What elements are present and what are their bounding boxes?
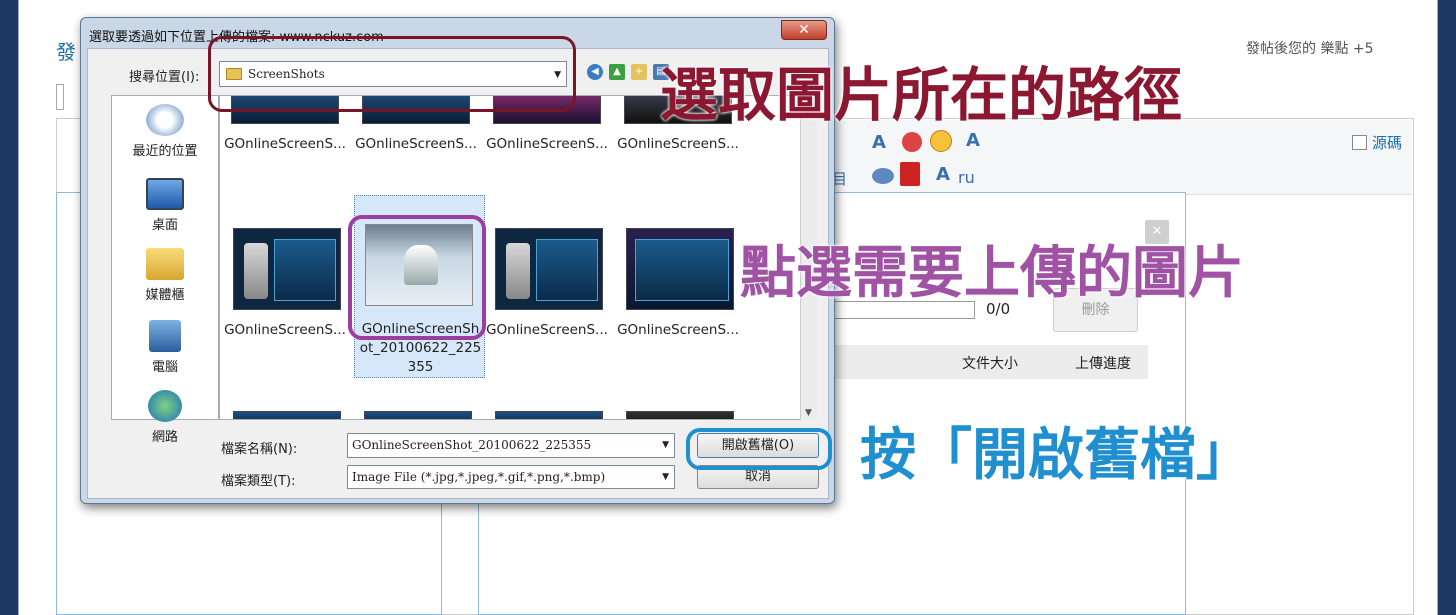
place-label: 電腦 [151,360,178,375]
subject-input[interactable] [56,84,64,110]
file-name[interactable]: GOnlineScreenS... [613,136,743,152]
source-label: 源碼 [1372,134,1403,152]
place-computer[interactable]: 電腦 [112,320,218,375]
look-in-label: 搜尋位置(I): [129,70,200,85]
file-type-value: Image File (*.jpg,*.jpeg,*.gif,*.png,*.b… [352,470,606,484]
file-name[interactable]: GOnlineScreenS... [482,322,612,338]
post-title: 發 [56,40,76,64]
desktop-icon [146,178,184,210]
file-thumbnail[interactable] [495,411,603,419]
font-icon[interactable]: A [872,132,886,153]
file-name[interactable]: GOnlineScreenS... [220,136,350,152]
file-name[interactable]: GOnlineScreenS... [220,322,350,338]
highlight-ring-file [348,215,486,340]
highlight-ring-path [208,36,576,112]
chevron-down-icon[interactable]: ▼ [662,440,669,450]
computer-icon [149,320,181,352]
file-thumbnail[interactable] [626,411,734,419]
place-label: 網路 [151,430,178,445]
place-label: 媒體櫃 [145,288,185,303]
places-bar: 最近的位置 桌面 媒體櫃 電腦 網路 [111,95,219,445]
file-list: GOnlineScreenS... GOnlineScreenS... GOnl… [219,95,802,420]
annotation-step1: 選取圖片所在的路徑 [660,61,1183,129]
file-type-label: 檔案類型(T): [221,474,296,489]
new-folder-icon[interactable]: + [631,64,647,80]
file-name[interactable]: GOnlineScreenS... [351,136,481,152]
chevron-down-icon[interactable]: ▼ [662,472,669,482]
ruby-icon[interactable]: ru [958,168,975,187]
back-icon[interactable]: ◀ [587,64,603,80]
file-thumbnail[interactable] [233,411,341,419]
file-type-select[interactable]: Image File (*.jpg,*.jpeg,*.gif,*.png,*.b… [347,465,675,489]
source-toggle[interactable]: 源碼 [1352,132,1402,153]
file-thumbnail[interactable] [495,228,603,310]
file-name[interactable]: GOnlineScreenS... [613,322,743,338]
place-label: 桌面 [151,218,178,233]
highlight-ring-open [686,428,832,470]
smiley-icon[interactable] [930,130,952,152]
file-name[interactable]: GOnlineScreenS... [482,136,612,152]
source-checkbox[interactable] [1352,135,1367,150]
file-name-line: ot_20100622_225 [359,340,482,356]
dialog-close-button[interactable]: ✕ [781,20,827,40]
rm-icon[interactable] [872,168,894,184]
column-upload-progress: 上傳進度 [1075,356,1131,372]
annotation-step3: 按「開啟舊檔」 [860,423,1252,488]
place-network[interactable]: 網路 [112,390,218,445]
file-name-value: GOnlineScreenShot_20100622_225355 [352,438,592,452]
libraries-icon [146,248,184,280]
place-label: 最近的位置 [132,144,198,159]
file-name-line: 355 [407,359,434,375]
place-desktop[interactable]: 桌面 [112,178,218,233]
file-thumbnail[interactable] [364,411,472,419]
recent-places-icon [146,104,184,136]
nav-buttons: ◀ ▲ + ▤ [587,64,669,80]
up-folder-icon[interactable]: ▲ [609,64,625,80]
file-name-input[interactable]: GOnlineScreenShot_20100622_225355 ▼ [347,433,675,458]
font-size-icon[interactable]: A [966,130,980,151]
place-libraries[interactable]: 媒體櫃 [112,248,218,303]
file-thumbnail[interactable] [233,228,341,310]
place-recent[interactable]: 最近的位置 [112,104,218,159]
network-icon [148,390,182,422]
file-thumbnail[interactable] [626,228,734,310]
bonus-text: 發帖後您的 樂點 +5 [1246,41,1374,57]
annotation-step2: 點選需要上傳的圖片 [740,241,1244,306]
media-icon[interactable] [902,132,922,152]
file-name-label: 檔案名稱(N): [221,442,298,457]
superscript-icon[interactable]: A [936,164,950,185]
column-file-size: 文件大小 [962,356,1018,372]
scroll-down-icon[interactable]: ▼ [805,408,812,418]
youtube-icon[interactable] [900,162,920,186]
